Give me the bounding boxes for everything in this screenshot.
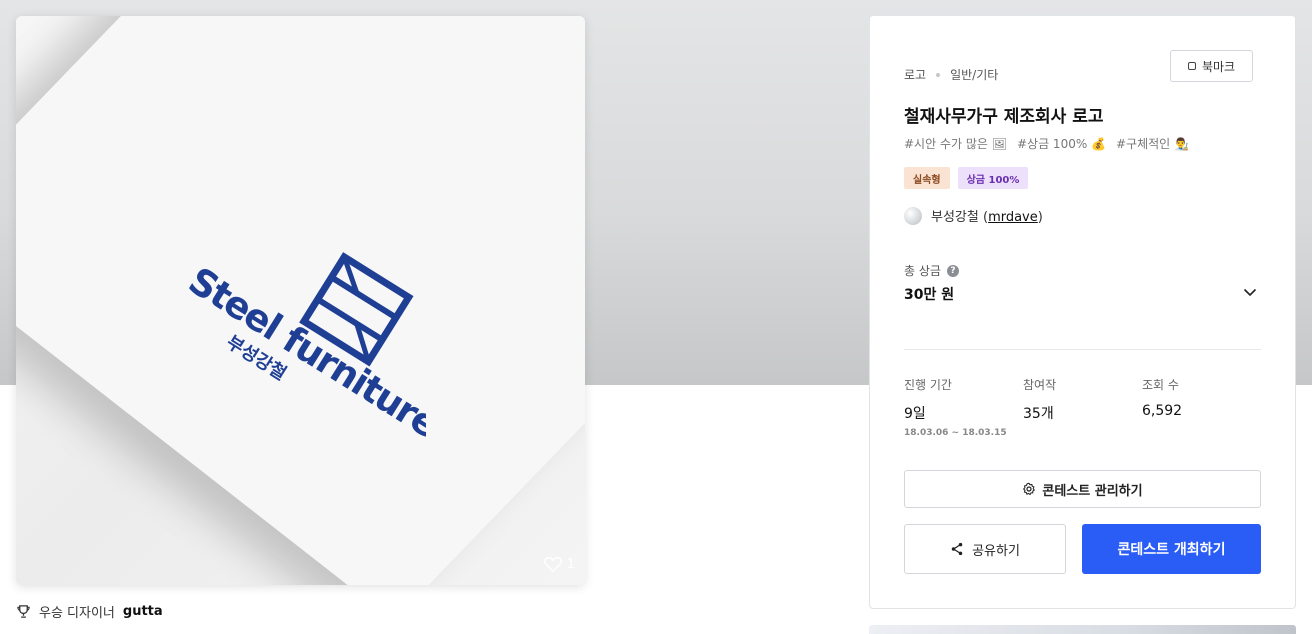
breadcrumb-subcategory[interactable]: 일반/기타 xyxy=(950,66,998,83)
bookmark-label: 북마크 xyxy=(1201,59,1236,74)
chevron-down-icon xyxy=(1243,288,1257,296)
like-count: 1 xyxy=(566,556,575,572)
share-icon xyxy=(951,542,963,556)
stat-label: 진행 기간 xyxy=(904,378,952,392)
prize-badge: 상금 100% xyxy=(957,167,1029,189)
heart-icon xyxy=(543,557,562,573)
contest-title: 철재사무가구 제조회사 로고 xyxy=(904,107,1104,127)
winner-label: 우승 디자이너 xyxy=(39,606,115,621)
bookmark-button[interactable]: 북마크 xyxy=(1170,50,1253,82)
stat-views: 조회 수 6,592 xyxy=(1142,376,1261,438)
contest-owner[interactable]: 부성강철 (mrdave) xyxy=(904,206,1043,225)
hashtag-item[interactable]: #구체적인 👨‍🎨 xyxy=(1116,135,1189,152)
breadcrumb-separator xyxy=(936,72,941,77)
stat-label: 참여작 xyxy=(1023,378,1057,392)
related-content-preview xyxy=(869,625,1296,634)
trophy-icon xyxy=(17,605,30,618)
prize-expand-button[interactable] xyxy=(1240,282,1260,302)
badge-list: 실속형 상금 100% xyxy=(904,167,1029,189)
winning-design-image[interactable]: Steel furniture 부성강철 1 xyxy=(16,16,585,585)
contest-stats: 진행 기간 9일 18.03.06 ~ 18.03.15 참여작 35개 조회 … xyxy=(904,376,1261,438)
stat-entries: 참여작 35개 xyxy=(1023,376,1142,438)
breadcrumb-category[interactable]: 로고 xyxy=(904,66,926,83)
share-label: 공유하기 xyxy=(972,543,1020,559)
stat-value: 35개 xyxy=(1023,406,1054,422)
stat-duration: 진행 기간 9일 18.03.06 ~ 18.03.15 xyxy=(904,376,1023,438)
owner-handle[interactable]: mrdave xyxy=(988,210,1038,225)
winner-name[interactable]: gutta xyxy=(123,604,163,619)
hashtag-item[interactable]: #시안 수가 많은 🖼 xyxy=(904,135,1007,152)
owner-name: 부성강철 xyxy=(931,210,979,225)
help-icon[interactable]: ? xyxy=(946,264,959,277)
winner-caption: 우승 디자이너 gutta xyxy=(16,602,163,621)
contest-info-panel: 로고 일반/기타 북마크 철재사무가구 제조회사 로고 #시안 수가 많은 🖼 … xyxy=(869,15,1296,609)
manage-contest-label: 콘테스트 관리하기 xyxy=(1042,483,1143,499)
gear-icon xyxy=(1023,482,1036,496)
steel-furniture-logo: Steel furniture 부성강철 xyxy=(181,252,426,446)
host-contest-button[interactable]: 콘테스트 개최하기 xyxy=(1082,524,1261,574)
total-prize-label-text: 총 상금 xyxy=(904,264,941,278)
stat-date-range: 18.03.06 ~ 18.03.15 xyxy=(904,428,1007,438)
breadcrumb: 로고 일반/기타 xyxy=(904,66,998,83)
divider xyxy=(904,349,1261,350)
share-button[interactable]: 공유하기 xyxy=(904,524,1066,574)
stat-label: 조회 수 xyxy=(1142,378,1179,392)
avatar xyxy=(904,206,922,225)
hashtag-item[interactable]: #상금 100% 💰 xyxy=(1017,135,1106,152)
hashtag-list: #시안 수가 많은 🖼 #상금 100% 💰 #구체적인 👨‍🎨 xyxy=(904,135,1189,152)
package-badge: 실속형 xyxy=(904,167,950,189)
manage-contest-button[interactable]: 콘테스트 관리하기 xyxy=(904,470,1261,508)
stat-value: 6,592 xyxy=(1142,403,1183,419)
total-prize-label: 총 상금 ? xyxy=(904,262,959,279)
total-prize-value: 30만 원 xyxy=(904,287,955,303)
stat-value: 9일 xyxy=(904,406,926,422)
like-control[interactable]: 1 xyxy=(543,555,575,573)
bookmark-icon xyxy=(1187,62,1196,70)
